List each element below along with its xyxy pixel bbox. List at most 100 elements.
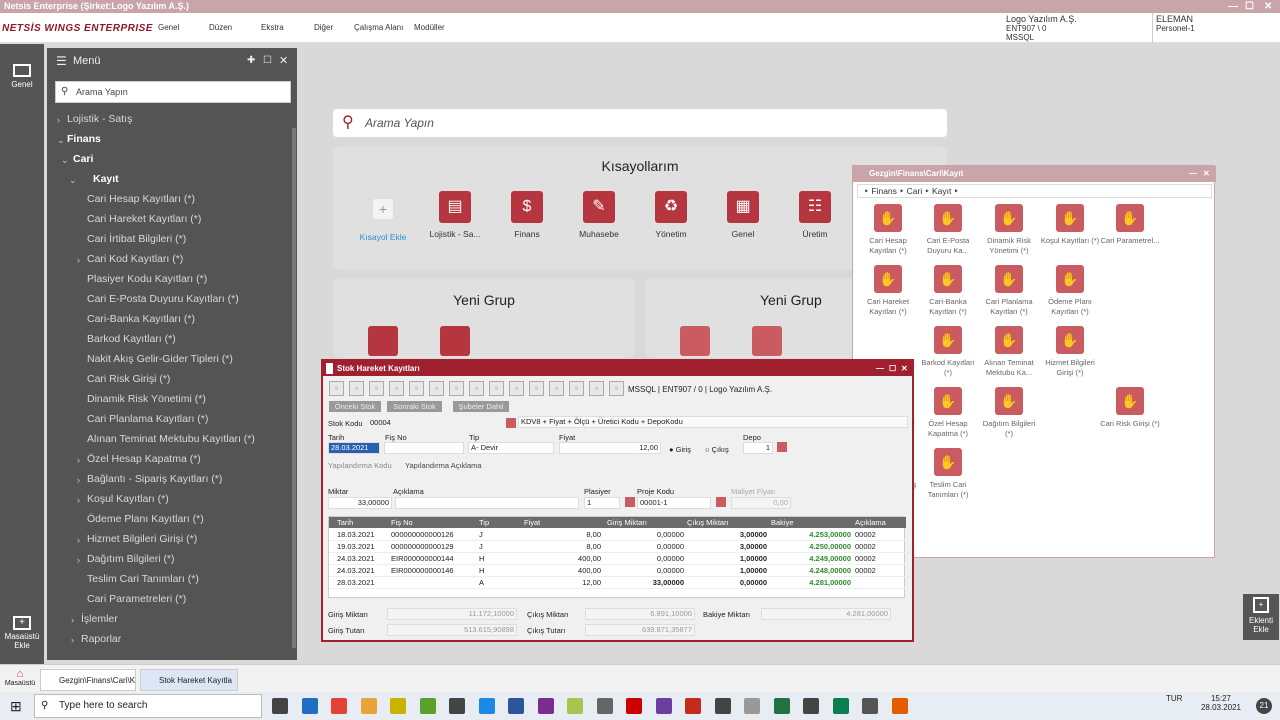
shortcut-icon[interactable] xyxy=(440,326,470,356)
toolbar-button[interactable]: ▫ xyxy=(349,381,364,396)
menu-duzen[interactable]: Düzen xyxy=(209,23,232,32)
taskbar-app-icon[interactable] xyxy=(390,698,406,714)
toolbar-button[interactable]: ▫ xyxy=(509,381,524,396)
chevron-icon[interactable]: › xyxy=(77,495,80,505)
toolbar-button[interactable]: ▫ xyxy=(409,381,424,396)
minimize-button[interactable]: — xyxy=(1228,0,1238,13)
gezgin-tile[interactable]: ✋ Dinamik Risk Yönetimi (*) xyxy=(979,204,1039,256)
tarih-field[interactable]: 28.03.2021 xyxy=(328,442,380,454)
fiyat-field[interactable]: 12,00 xyxy=(559,442,661,454)
taskbar-app-icon[interactable] xyxy=(508,698,524,714)
menu-genel[interactable]: Genel xyxy=(158,23,179,32)
gezgin-tile[interactable]: ✋ Alınan Teminat Mektubu Ka... xyxy=(979,326,1039,378)
menu-item[interactable]: Cari Kod Kayıtları (*) xyxy=(87,253,183,265)
taskbar-app-icon[interactable] xyxy=(331,698,347,714)
taskbar-app-icon[interactable] xyxy=(803,698,819,714)
windows-search-input[interactable]: ⚲ Type here to search xyxy=(34,694,262,718)
menu-item[interactable]: Koşul Kayıtları (*) xyxy=(87,493,169,505)
menu-diger[interactable]: Diğer xyxy=(314,23,333,32)
lookup-icon[interactable] xyxy=(716,497,726,507)
taskbar-app-icon[interactable] xyxy=(714,698,731,714)
gezgin-tile[interactable]: ✋ Cari-Banka Kayıtları (*) xyxy=(918,265,978,317)
taskbar-app-icon[interactable] xyxy=(773,698,790,714)
menu-item[interactable]: Dağıtım Bilgileri (*) xyxy=(87,553,175,565)
taskbar-app-icon[interactable] xyxy=(478,698,495,714)
lookup-icon[interactable] xyxy=(777,442,787,452)
shortcut-tile[interactable]: $ Finans xyxy=(492,191,562,239)
grid-col-header[interactable]: Tarih xyxy=(337,517,353,528)
close-icon[interactable]: ✕ xyxy=(901,361,908,376)
menu-item[interactable]: Bağlantı - Sipariş Kayıtları (*) xyxy=(87,473,222,485)
menu-item[interactable]: Özel Hesap Kapatma (*) xyxy=(87,453,201,465)
stok-kodu-field[interactable]: 00004 xyxy=(368,418,498,430)
close-icon[interactable]: ✕ xyxy=(1203,166,1210,182)
close-button[interactable]: ✕ xyxy=(1264,0,1272,13)
chevron-icon[interactable]: › xyxy=(77,555,80,565)
desktop-add-button[interactable]: + Masaüstü Ekle xyxy=(0,616,44,650)
main-search-input[interactable]: ⚲ Arama Yapın xyxy=(333,109,947,137)
gezgin-tile[interactable]: ✋ Ödeme Planı Kayıtları (*) xyxy=(1040,265,1100,317)
menu-item[interactable]: İşlemler xyxy=(81,613,118,625)
taskbar-app-icon[interactable] xyxy=(891,698,908,714)
menu-item[interactable]: Ödeme Planı Kayıtları (*) xyxy=(87,513,204,525)
toolbar-button[interactable]: ▫ xyxy=(389,381,404,396)
toolbar-button[interactable]: ▫ xyxy=(429,381,444,396)
gezgin-tile[interactable]: ✋ Cari Risk Girişi (*) xyxy=(1100,387,1160,429)
toolbar-button[interactable]: ▫ xyxy=(449,381,464,396)
toolbar-button[interactable]: ▫ xyxy=(469,381,484,396)
gezgin-tile[interactable]: ✋ Cari Planlama Kayıtları (*) xyxy=(979,265,1039,317)
taskbar-app-icon[interactable] xyxy=(272,698,288,714)
add-extension-button[interactable]: + Eklenti Ekle xyxy=(1243,594,1279,640)
taskbar-app-icon[interactable] xyxy=(655,698,672,714)
toolbar-button[interactable]: ▫ xyxy=(549,381,564,396)
gezgin-tile[interactable]: ✋ Koşul Kayıtları (*) xyxy=(1040,204,1100,246)
lookup-icon[interactable] xyxy=(506,418,516,428)
toolbar-button[interactable]: ▫ xyxy=(529,381,544,396)
menu-item[interactable]: Cari E-Posta Duyuru Kayıtları (*) xyxy=(87,293,239,305)
minimize-icon[interactable]: — xyxy=(1189,166,1197,182)
chevron-icon[interactable]: › xyxy=(71,635,74,645)
chevron-icon[interactable]: › xyxy=(57,115,60,125)
gezgin-tile[interactable]: ✋ Dağıtım Bilgileri (*) xyxy=(979,387,1039,439)
chevron-icon[interactable]: ⌄ xyxy=(69,175,77,186)
menu-item[interactable]: Cari Parametreleri (*) xyxy=(87,593,186,605)
grid-col-header[interactable]: Fiyat xyxy=(524,517,540,528)
miktar-field[interactable]: 33,00000 xyxy=(328,497,392,509)
taskbar-app-icon[interactable] xyxy=(626,698,642,714)
shortcut-tile[interactable]: ▤ Lojistik - Sa... xyxy=(420,191,490,239)
toolbar-button[interactable]: ▫ xyxy=(489,381,504,396)
windows-start-icon[interactable]: ⊞ xyxy=(10,698,22,715)
close-icon[interactable]: ✕ xyxy=(279,48,288,74)
taskbar-app-icon[interactable] xyxy=(301,698,318,714)
taskbar-app-icon[interactable] xyxy=(744,698,760,714)
taskbar-app-icon[interactable] xyxy=(832,698,849,714)
taskbar-app-icon[interactable] xyxy=(567,698,583,714)
grid-col-header[interactable]: Açıklama xyxy=(855,517,886,528)
menu-search-input[interactable]: ⚲ Arama Yapın xyxy=(55,81,291,103)
menu-item[interactable]: Finans xyxy=(67,133,101,145)
tip-select[interactable]: A- Devir xyxy=(468,442,554,454)
rail-genel-button[interactable]: Genel xyxy=(0,64,44,89)
pin-icon[interactable]: ✚ xyxy=(247,48,255,74)
gezgin-tile[interactable]: ✋ Barkod Kayıtları (*) xyxy=(918,326,978,378)
chevron-icon[interactable]: › xyxy=(71,615,74,625)
chevron-icon[interactable]: › xyxy=(77,475,80,485)
menu-item[interactable]: Nakit Akış Gelir-Gider Tipleri (*) xyxy=(87,353,233,365)
menu-item[interactable]: Raporlar xyxy=(81,633,121,645)
chevron-icon[interactable]: ⌄ xyxy=(61,155,69,166)
cikis-radio[interactable]: ○ Çıkış xyxy=(705,445,729,454)
menu-item[interactable]: Dinamik Risk Yönetimi (*) xyxy=(87,393,206,405)
shortcut-icon[interactable] xyxy=(368,326,398,356)
giris-radio[interactable]: ● Giriş xyxy=(669,445,691,454)
grid-col-header[interactable]: Çıkış Miktarı xyxy=(687,517,729,528)
notification-badge[interactable]: 21 xyxy=(1256,698,1272,714)
stok-tab[interactable]: Stok Hareket Kayıtla xyxy=(140,669,238,691)
desktop-tab[interactable]: ⌂ Masaüstü xyxy=(2,668,38,687)
table-row[interactable]: 24.03.2021 EIR000000000146 H 400,00 0,00000 1… xyxy=(329,565,906,577)
toolbar-button[interactable]: ▫ xyxy=(329,381,344,396)
chevron-icon[interactable]: ⌄ xyxy=(57,135,65,146)
shortcut-tile[interactable]: ▦ Genel xyxy=(708,191,778,239)
table-row[interactable]: 24.03.2021 EIR000000000144 H 400,00 0,00000 1… xyxy=(329,553,906,565)
toolbar-button[interactable]: ▫ xyxy=(569,381,584,396)
taskbar-app-icon[interactable] xyxy=(360,698,377,714)
